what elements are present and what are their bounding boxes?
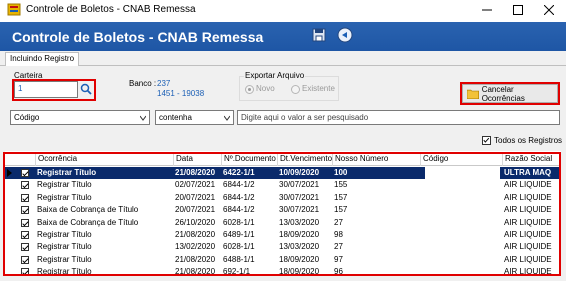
window-title: Controle de Boletos - CNAB Remessa xyxy=(26,4,196,15)
cancel-occurrences-label: Cancelar Ocorrências xyxy=(481,84,525,103)
tab-incluindo-registro[interactable]: Incluindo Registro xyxy=(5,52,80,66)
app-header: Controle de Boletos - CNAB Remessa xyxy=(0,22,566,51)
carteira-input[interactable]: 1 xyxy=(14,81,78,98)
radio-existente-label: Existente xyxy=(302,84,335,93)
chevron-down-icon xyxy=(140,115,146,121)
cancel-occurrences-button[interactable]: Cancelar Ocorrências xyxy=(462,84,558,103)
back-icon[interactable] xyxy=(337,27,353,43)
radio-novo[interactable] xyxy=(245,85,254,94)
save-icon[interactable] xyxy=(311,27,327,43)
chevron-down-icon xyxy=(224,115,230,121)
header-title: Controle de Boletos - CNAB Remessa xyxy=(12,29,264,45)
banco-agency: 1451 - 19038 xyxy=(157,89,205,98)
minimize-icon xyxy=(482,9,492,11)
close-button[interactable] xyxy=(534,1,564,19)
maximize-icon xyxy=(513,5,523,15)
tab-strip: Incluindo Registro xyxy=(0,51,566,66)
search-icon[interactable] xyxy=(80,83,92,95)
radio-novo-label: Novo xyxy=(256,84,275,93)
banco-code: 237 xyxy=(157,79,171,88)
radio-existente[interactable] xyxy=(291,85,300,94)
minimize-button[interactable] xyxy=(472,1,502,19)
all-records-label: Todos os Registros xyxy=(494,136,563,145)
grid-highlight xyxy=(3,152,561,276)
close-icon xyxy=(544,5,554,15)
maximize-button[interactable] xyxy=(503,1,533,19)
all-records-checkbox[interactable] xyxy=(482,136,491,145)
app-icon xyxy=(7,3,21,16)
folder-icon xyxy=(467,89,479,99)
window-titlebar: Controle de Boletos - CNAB Remessa xyxy=(0,0,566,20)
field-select-value: Código xyxy=(14,113,40,122)
export-label: Exportar Arquivo xyxy=(244,71,306,80)
operator-select[interactable]: contenha xyxy=(155,110,234,125)
check-icon xyxy=(483,137,490,143)
operator-select-value: contenha xyxy=(159,113,192,122)
search-input[interactable]: Digite aqui o valor a ser pesquisado xyxy=(237,110,560,125)
banco-label: Banco : xyxy=(129,79,157,88)
field-select[interactable]: Código xyxy=(10,110,150,125)
